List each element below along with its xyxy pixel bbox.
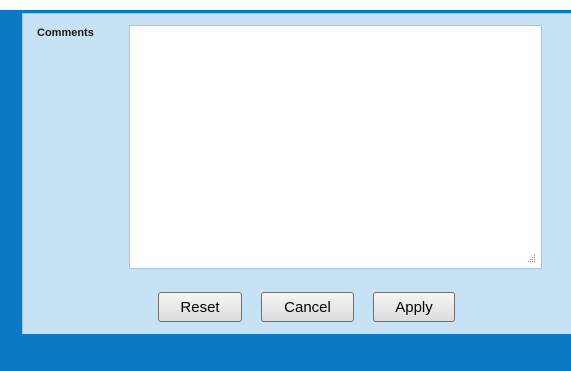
resize-grip-icon[interactable] — [526, 250, 536, 262]
comments-panel: Comments Reset Cancel Apply — [22, 13, 571, 334]
top-sliver — [0, 0, 571, 10]
apply-button[interactable]: Apply — [373, 292, 455, 322]
comments-label: Comments — [37, 27, 94, 39]
reset-button[interactable]: Reset — [158, 292, 242, 322]
comments-textarea[interactable] — [129, 25, 542, 269]
cancel-button[interactable]: Cancel — [261, 292, 354, 322]
